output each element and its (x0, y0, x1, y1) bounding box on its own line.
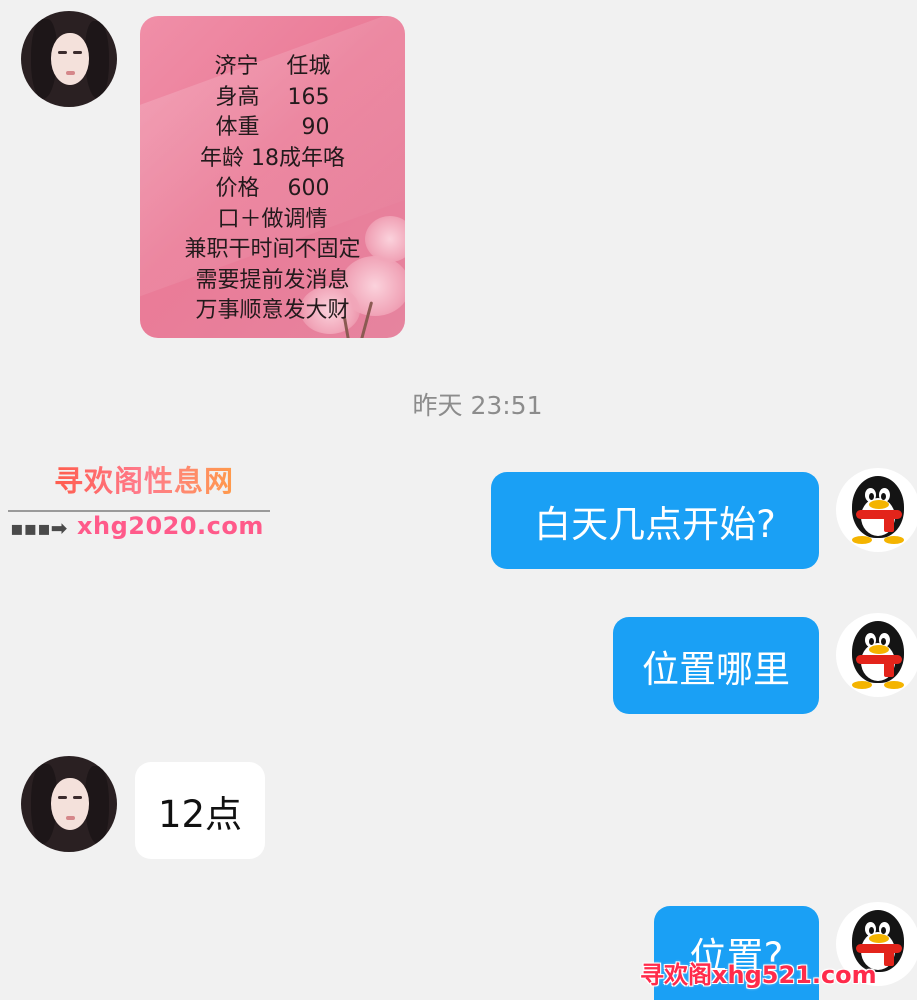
arrow-right-icon: ▪▪▪➡ (10, 516, 68, 540)
message-text: 白天几点开始? (534, 502, 776, 546)
my-avatar[interactable] (836, 468, 917, 552)
watermark-title: 寻欢阁性息网 (54, 458, 234, 500)
my-avatar[interactable] (836, 613, 917, 697)
image-text-line: 年龄 18成年咯 (200, 145, 345, 171)
image-message[interactable]: 济宁 任城 身高 165 体重 90 年龄 18成年咯 价格 600 口＋做调情… (140, 16, 405, 338)
contact-avatar[interactable] (21, 11, 117, 107)
timestamp: 昨天 23:51 (412, 391, 543, 420)
image-text-line: 身高 165 (215, 84, 330, 110)
message-bubble[interactable]: 12点 (135, 762, 265, 859)
image-text-line: 体重 90 (215, 115, 330, 140)
contact-avatar[interactable] (21, 756, 117, 852)
image-text: 济宁 任城 身高 165 体重 90 年龄 18成年咯 价格 600 口＋做调情… (140, 52, 405, 327)
image-text-line: 需要提前发消息 (195, 267, 350, 293)
message-text: 位置哪里 (642, 647, 790, 691)
message-bubble[interactable]: 白天几点开始? (491, 472, 819, 569)
watermark-bottom: 寻欢阁xhg521.com (640, 961, 877, 989)
image-text-line: 价格 600 (215, 176, 330, 201)
image-text-line: 万事顺意发大财 (195, 298, 350, 323)
image-text-line: 济宁 任城 (214, 54, 331, 79)
image-text-line: 口＋做调情 (217, 206, 328, 232)
message-bubble[interactable]: 位置哪里 (613, 617, 819, 714)
image-text-line: 兼职干时间不固定 (184, 237, 361, 262)
message-text: 12点 (157, 792, 243, 836)
watermark-url: xhg2020.com (77, 512, 264, 540)
